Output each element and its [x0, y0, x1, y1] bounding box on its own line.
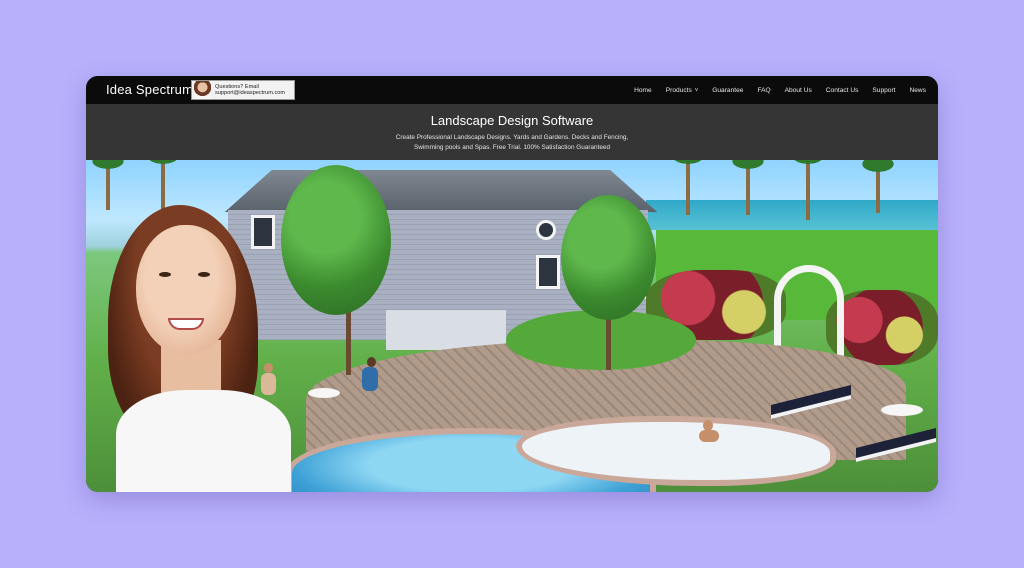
support-email: support@ideaspectrum.com	[215, 90, 286, 96]
nav-guarantee[interactable]: Guarantee	[712, 87, 743, 94]
logo-text: Idea Spectrum	[106, 82, 194, 97]
woman-face	[136, 225, 236, 355]
nav-faq[interactable]: FAQ	[757, 87, 770, 94]
hero-description: Create Professional Landscape Designs. Y…	[395, 134, 629, 151]
hero-header: Landscape Design Software Create Profess…	[86, 104, 938, 160]
nav-news-label: News	[909, 86, 927, 94]
nav-guarantee-label: Guarantee	[712, 86, 744, 94]
support-avatar	[194, 81, 211, 99]
nav-about-us-label: About Us	[784, 86, 812, 94]
support-contact-banner[interactable]: Questions? Email support@ideaspectrum.co…	[191, 80, 295, 100]
house-window	[536, 220, 556, 240]
palm-tree	[728, 160, 768, 215]
chevron-down-icon: ˅	[694, 87, 699, 94]
nav-products-label: Products	[665, 86, 692, 94]
palm-tree	[788, 160, 828, 220]
tree	[281, 165, 391, 315]
browser-window: Idea Spectrum® Questions? Email support@…	[86, 76, 938, 492]
nav-contact-us-label: Contact Us	[825, 86, 859, 94]
nav-support[interactable]: Support	[872, 87, 895, 94]
patio-table	[881, 404, 923, 416]
tree	[561, 195, 656, 320]
nav-home-label: Home	[634, 86, 652, 94]
person-in-spa	[699, 430, 719, 442]
person	[261, 373, 276, 395]
site-logo[interactable]: Idea Spectrum®	[106, 82, 198, 97]
nav-support-label: Support	[872, 86, 896, 94]
palm-tree	[143, 160, 183, 210]
person	[362, 367, 378, 391]
nav-news[interactable]: News	[910, 87, 927, 94]
main-menu: Home Products ˅ Guarantee FAQ About Us Co…	[634, 76, 926, 104]
nav-faq-label: FAQ	[757, 86, 771, 94]
nav-home[interactable]: Home	[634, 87, 652, 94]
nav-about-us[interactable]: About Us	[785, 87, 812, 94]
patio-table	[308, 388, 340, 398]
landscape-hero-image	[86, 160, 938, 492]
nav-products[interactable]: Products ˅	[666, 87, 699, 94]
support-text: Questions? Email support@ideaspectrum.co…	[215, 84, 285, 96]
page-title: Landscape Design Software	[430, 113, 594, 128]
palm-tree	[668, 160, 708, 215]
person	[367, 357, 376, 367]
nav-contact-us[interactable]: Contact Us	[826, 87, 859, 94]
woman-eye	[159, 272, 171, 277]
palm-tree	[858, 160, 898, 213]
palm-tree	[88, 160, 128, 210]
top-navigation-bar: Idea Spectrum® Questions? Email support@…	[86, 76, 938, 104]
woman-eye	[198, 272, 210, 277]
house-window	[251, 215, 275, 249]
house-window	[536, 255, 560, 289]
woman-top	[116, 390, 291, 492]
person	[264, 363, 273, 373]
